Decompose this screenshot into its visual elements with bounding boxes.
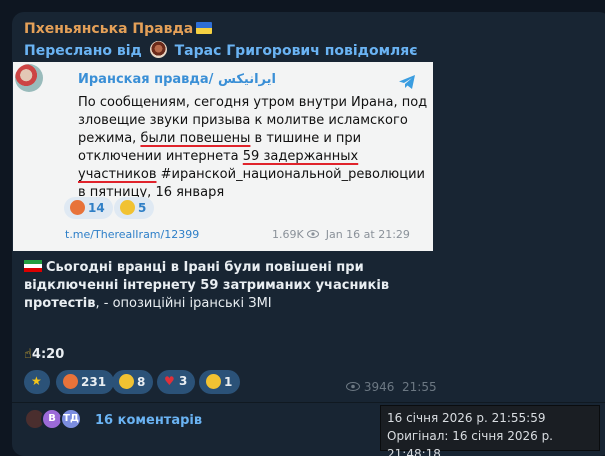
preview-link: t.me/TherealIram/12399 <box>65 228 200 241</box>
angry-face-icon <box>70 200 85 215</box>
preview-avatar <box>15 64 43 92</box>
comments-link[interactable]: 16 коментарів <box>95 413 202 428</box>
forwarded-header[interactable]: Переслано від Тарас Григорович повідомля… <box>24 41 418 59</box>
eye-icon <box>307 230 320 238</box>
preview-title: Иранская правда/ ایرانیکس <box>78 72 276 87</box>
channel-name-text: Пхеньянська Правда <box>24 21 194 37</box>
footnote: ☝4:20 <box>24 347 65 362</box>
telegram-icon <box>399 75 415 89</box>
commenter-avatar: ТД <box>60 408 82 430</box>
message-time: 21:55 <box>402 380 437 394</box>
preview-reaction-angry: 14 <box>64 197 113 219</box>
preview-text: По сообщениям, сегодня утром внутри Иран… <box>78 95 428 200</box>
channel-name[interactable]: Пхеньянська Правда <box>24 21 213 37</box>
forwarded-screenshot[interactable]: Иранская правда/ ایرانیکس По сообщениям,… <box>13 62 433 251</box>
tooltip-line-2: Оригінал: 16 січня 2026 р. 21:48:18 <box>387 429 553 456</box>
date-tooltip: 16 січня 2026 р. 21:55:59 Оригінал: 16 с… <box>380 405 600 456</box>
view-count: 3946 <box>346 380 394 394</box>
iran-flag-icon <box>24 260 42 272</box>
ukraine-flag-icon <box>196 22 213 34</box>
preview-meta: 1.69K Jan 16 at 21:29 <box>272 228 410 241</box>
forwarded-source: Тарас Григорович повідомляє <box>174 43 418 59</box>
grimacing-face-icon <box>119 374 134 389</box>
angry-face-icon <box>63 374 78 389</box>
underlined-phrase-1: были повешены <box>140 131 251 146</box>
reaction-cry[interactable]: 1 <box>199 370 241 394</box>
divider <box>12 402 605 403</box>
reaction-angry[interactable]: 231 <box>56 370 115 394</box>
heart-icon: ♥ <box>164 374 175 388</box>
message-text: Сьогодні вранці в Ірані були повішені пр… <box>24 260 390 311</box>
tooltip-line-1: 16 січня 2026 р. 21:55:59 <box>387 411 546 425</box>
reaction-heart[interactable]: ♥ 3 <box>157 370 196 394</box>
forwarded-avatar <box>149 41 167 58</box>
preview-reaction-cry: 5 <box>114 197 155 219</box>
reaction-star[interactable]: ★ <box>24 370 50 394</box>
star-icon: ★ <box>31 374 42 388</box>
reaction-grimace[interactable]: 8 <box>112 370 154 394</box>
crying-face-icon <box>120 200 135 215</box>
pointing-up-icon: ☝ <box>24 347 32 362</box>
forwarded-prefix: Переслано від <box>24 43 142 59</box>
eye-icon <box>346 382 360 391</box>
crying-face-icon <box>206 374 221 389</box>
